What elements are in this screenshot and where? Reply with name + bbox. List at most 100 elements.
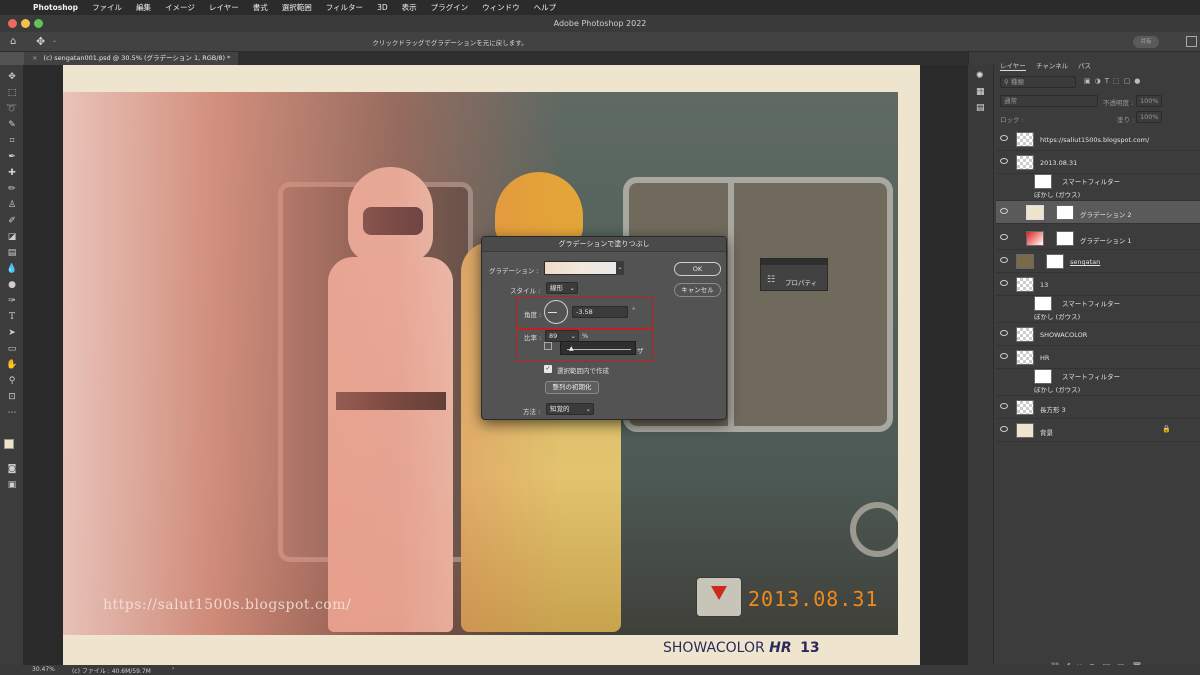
zoom-level[interactable]: 30.47% (32, 666, 55, 673)
style-select[interactable]: 線形 ⌄ (546, 282, 578, 294)
layer-row[interactable]: 長方形 3 (996, 396, 1200, 419)
smart-filter-row[interactable]: スマートフィルター (996, 174, 1200, 189)
marquee-tool-icon[interactable]: ⬚ (5, 87, 19, 99)
type-tool-icon[interactable]: T (5, 311, 19, 323)
visibility-eye-icon[interactable] (1000, 280, 1008, 286)
rectangle-tool-icon[interactable]: ▭ (5, 343, 19, 355)
healing-brush-icon[interactable]: ✚ (5, 167, 19, 179)
workspace-icon[interactable] (1186, 36, 1197, 47)
visibility-eye-icon[interactable] (1000, 208, 1008, 214)
method-select[interactable]: 知覚的 ⌄ (546, 403, 594, 415)
filter-effect-row[interactable]: ぼかし (ガウス) (996, 189, 1200, 201)
zoom-tool-icon[interactable]: ⚲ (5, 375, 19, 387)
styles-icon[interactable]: ▤ (976, 103, 985, 113)
layer-row[interactable]: sengatan (996, 250, 1200, 273)
layer-row[interactable]: 2013.08.31 (996, 151, 1200, 174)
lasso-tool-icon[interactable]: ➰ (5, 103, 19, 115)
quick-mask-icon[interactable]: ◙ (5, 463, 19, 475)
menu-file[interactable]: ファイル (85, 2, 129, 13)
gradient-tool-icon[interactable]: ▤ (5, 247, 19, 259)
filter-effect-row[interactable]: ぼかし (ガウス) (996, 384, 1200, 396)
menu-plugins[interactable]: プラグイン (424, 2, 476, 13)
pen-tool-icon[interactable]: ✑ (5, 295, 19, 307)
layer-row[interactable]: https://saliut1500s.blogspot.com/ (996, 128, 1200, 151)
properties-panel[interactable]: ☷ プロパティ (760, 258, 828, 291)
menu-help[interactable]: ヘルプ (527, 2, 564, 13)
menu-view[interactable]: 表示 (395, 2, 424, 13)
scale-slider-popup[interactable]: ▲ (560, 341, 636, 355)
close-tab-icon[interactable]: × (32, 54, 37, 62)
foreground-color-swatch[interactable] (4, 439, 14, 449)
visibility-eye-icon[interactable] (1000, 353, 1008, 359)
filter-effect-row[interactable]: ぼかし (ガウス) (996, 311, 1200, 323)
zoom-window-button[interactable] (34, 19, 43, 28)
tab-layers[interactable]: レイヤー (1000, 60, 1026, 71)
visibility-eye-icon[interactable] (1000, 257, 1008, 263)
visibility-eye-icon[interactable] (1000, 426, 1008, 432)
path-select-icon[interactable]: ➤ (5, 327, 19, 339)
angle-dial[interactable] (544, 300, 568, 324)
eraser-tool-icon[interactable]: ◪ (5, 231, 19, 243)
screen-mode-icon[interactable]: ▣ (5, 479, 19, 491)
within-selection-checkbox[interactable]: ✓ (544, 365, 552, 373)
layer-row[interactable]: 背景 🔒 (996, 419, 1200, 442)
panel-grip[interactable] (761, 259, 827, 265)
adjustments-icon[interactable]: ✺ (976, 71, 984, 81)
menu-window[interactable]: ウィンドウ (475, 2, 527, 13)
visibility-eye-icon[interactable] (1000, 158, 1008, 164)
ok-button[interactable]: OK (674, 262, 721, 276)
layer-kind-filter[interactable]: ⚲ 種類 (1000, 76, 1076, 88)
blend-mode-select[interactable]: 通常 (1000, 95, 1098, 107)
stamp-tool-icon[interactable]: ♙ (5, 199, 19, 211)
menu-type[interactable]: 書式 (246, 2, 275, 13)
blur-tool-icon[interactable]: 💧 (5, 263, 19, 275)
visibility-eye-icon[interactable] (1000, 234, 1008, 240)
tab-channels[interactable]: チャンネル (1036, 60, 1068, 70)
layer-row-selected[interactable]: グラデーション 2 (996, 201, 1200, 224)
hand-tool-icon[interactable]: ✋ (5, 359, 19, 371)
reverse-checkbox[interactable] (544, 342, 552, 350)
menu-edit[interactable]: 編集 (129, 2, 158, 13)
layer-row[interactable]: 13 (996, 273, 1200, 296)
reset-alignment-button[interactable]: 整列の初期化 (545, 381, 599, 394)
brush-tool-icon[interactable]: ✏ (5, 183, 19, 195)
app-menu[interactable]: Photoshop (26, 3, 85, 12)
dodge-tool-icon[interactable]: ● (5, 279, 19, 291)
layer-row[interactable]: SHOWACOLOR (996, 323, 1200, 346)
slider-thumb[interactable]: ▲ (569, 345, 574, 352)
opacity-input[interactable]: 100% (1136, 95, 1162, 107)
cancel-button[interactable]: キャンセル (674, 283, 721, 297)
visibility-eye-icon[interactable] (1000, 135, 1008, 141)
minimize-window-button[interactable] (21, 19, 30, 28)
more-tools-icon[interactable]: ⋯ (5, 407, 19, 419)
chevron-right-icon[interactable]: › (172, 665, 174, 672)
dialog-title: グラデーションで塗りつぶし (482, 237, 726, 252)
fill-input[interactable]: 100% (1136, 111, 1162, 123)
angle-input[interactable]: -3.58 (572, 306, 628, 318)
crop-tool-icon[interactable]: ⌗ (5, 135, 19, 147)
menu-3d[interactable]: 3D (370, 3, 395, 12)
filter-icons[interactable]: ▣◑T⬚▢● (1084, 77, 1144, 85)
tab-paths[interactable]: パス (1078, 60, 1091, 70)
close-window-button[interactable] (8, 19, 17, 28)
smart-filter-row[interactable]: スマートフィルター (996, 369, 1200, 384)
gradient-preview[interactable] (544, 261, 618, 275)
quick-select-tool-icon[interactable]: ✎ (5, 119, 19, 131)
history-brush-icon[interactable]: ✐ (5, 215, 19, 227)
menu-filter[interactable]: フィルター (319, 2, 370, 13)
artboard-icon[interactable]: ⊡ (5, 391, 19, 403)
document-tab[interactable]: × (c) sengatan001.psd @ 30.5% (グラデーション 1… (24, 52, 239, 65)
menu-image[interactable]: イメージ (158, 2, 202, 13)
smart-filter-row[interactable]: スマートフィルター (996, 296, 1200, 311)
menu-select[interactable]: 選択範囲 (275, 2, 319, 13)
visibility-eye-icon[interactable] (1000, 403, 1008, 409)
menu-layer[interactable]: レイヤー (202, 2, 246, 13)
layer-row[interactable]: グラデーション 1 (996, 227, 1200, 250)
share-button[interactable]: 共有 (1133, 36, 1159, 48)
visibility-eye-icon[interactable] (1000, 330, 1008, 336)
move-tool-icon[interactable]: ✥ (5, 71, 19, 83)
gradient-dropdown-icon[interactable]: ⌄ (616, 261, 624, 275)
layer-row[interactable]: HR (996, 346, 1200, 369)
eyedropper-tool-icon[interactable]: ✒ (5, 151, 19, 163)
libraries-icon[interactable]: ▦ (976, 87, 985, 97)
